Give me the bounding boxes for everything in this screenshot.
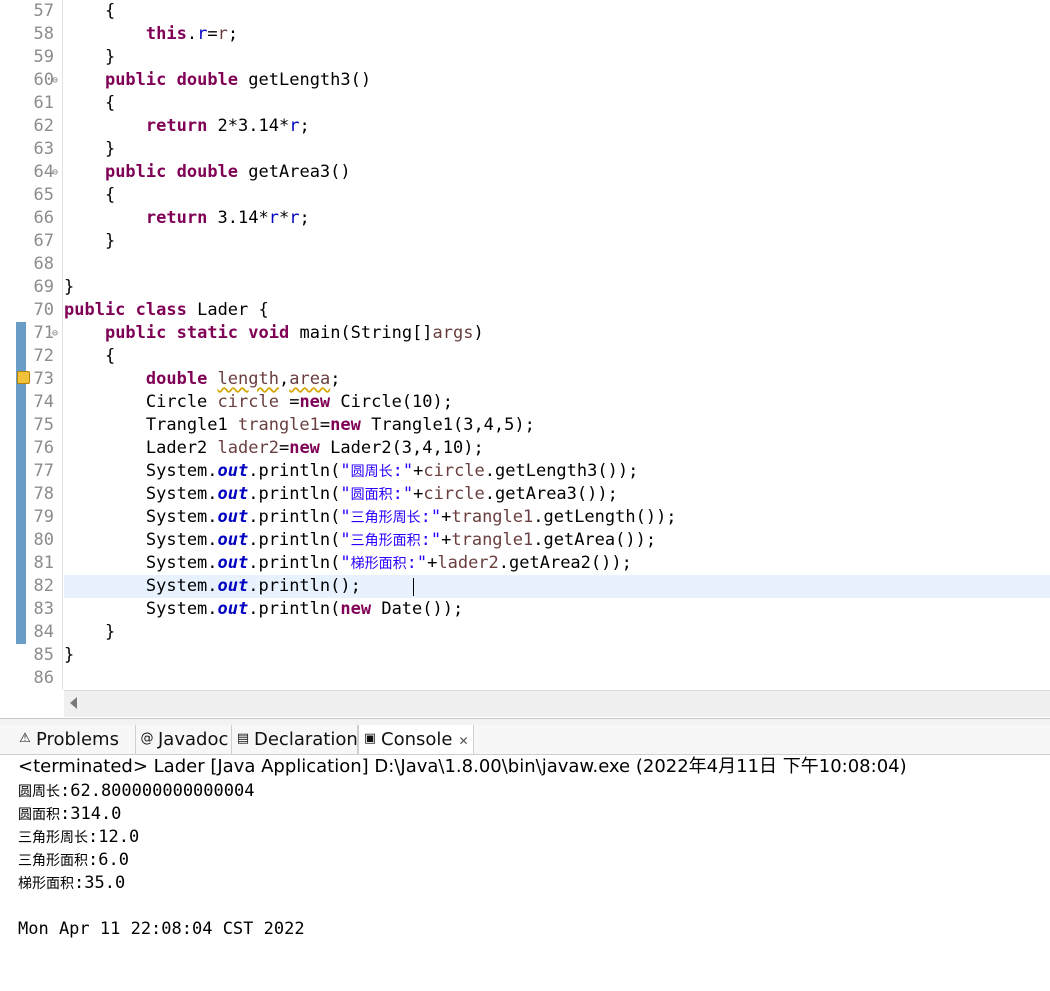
line-number: 70 xyxy=(33,300,54,320)
console-output-line: 三角形面积:6.0 xyxy=(18,849,129,873)
problems-icon: ⚠ xyxy=(19,731,31,746)
line-number: 80 xyxy=(33,530,54,550)
line-number: 74 xyxy=(33,392,54,412)
code-line[interactable]: System.out.println("梯形面积:"+lader2.getAre… xyxy=(64,552,632,576)
tab-label: Javadoc xyxy=(158,729,229,750)
output-label: 圆周长 xyxy=(18,784,60,800)
code-line[interactable]: System.out.println(new Date()); xyxy=(64,598,463,621)
tab-label: Declaration xyxy=(254,729,358,750)
output-label: 梯形面积 xyxy=(18,876,74,892)
code-line[interactable]: System.out.println("三角形周长:"+trangle1.get… xyxy=(64,506,677,530)
line-number: 68 xyxy=(33,254,54,274)
tab-problems[interactable]: ⚠ Problems xyxy=(14,725,136,754)
code-line[interactable]: { xyxy=(64,184,115,207)
console-output-line: 圆面积:314.0 xyxy=(18,803,121,827)
declaration-icon: ▤ xyxy=(236,731,250,746)
line-number: 78 xyxy=(33,484,54,504)
bottom-panel-tabs: ⚠ Problems @ Javadoc ▤ Declaration ▣ Console ✕ xyxy=(0,725,1050,755)
line-number: 75 xyxy=(33,415,54,435)
line-number: 82 xyxy=(33,576,54,596)
line-number: 60 xyxy=(33,70,54,90)
gutter-divider xyxy=(62,0,63,690)
line-number: 83 xyxy=(33,599,54,619)
code-editor[interactable]: 57 {58 this.r=r; 59 } 60 ⊖ public double ge… xyxy=(0,0,1050,718)
line-number: 67 xyxy=(33,231,54,251)
line-number: 71 xyxy=(33,323,54,343)
line-number: 72 xyxy=(33,346,54,366)
line-number: 64 xyxy=(33,162,54,182)
fold-toggle-icon[interactable]: ⊖ xyxy=(52,161,58,184)
text-caret xyxy=(413,578,414,596)
line-number: 62 xyxy=(33,116,54,136)
code-line[interactable]: } xyxy=(64,230,115,253)
code-line[interactable]: Circle circle =new Circle(10); xyxy=(64,391,453,414)
tab-label: Console xyxy=(381,729,453,750)
code-line[interactable]: { xyxy=(64,345,115,368)
line-number: 73 xyxy=(33,369,54,389)
output-label: 三角形面积 xyxy=(18,853,88,869)
console-output-line: 圆周长:62.800000000000004 xyxy=(18,780,254,804)
output-label: 圆面积 xyxy=(18,807,60,823)
output-value: Mon Apr 11 22:08:04 CST 2022 xyxy=(18,919,305,939)
output-value: :314.0 xyxy=(60,804,122,824)
code-line[interactable]: System.out.println("三角形面积:"+trangle1.get… xyxy=(64,529,656,553)
output-label: 三角形周长 xyxy=(18,830,88,846)
line-number: 79 xyxy=(33,507,54,527)
console-status-line: <terminated> Lader [Java Application] D:… xyxy=(18,756,907,777)
console-view[interactable]: <terminated> Lader [Java Application] D:… xyxy=(0,755,1050,991)
javadoc-icon: @ xyxy=(140,731,154,746)
code-line[interactable]: } xyxy=(64,276,74,299)
close-icon[interactable]: ✕ xyxy=(458,734,468,748)
code-line[interactable]: return 2*3.14*r; xyxy=(64,115,310,138)
code-line[interactable]: } xyxy=(64,46,115,69)
code-line[interactable]: return 3.14*r*r; xyxy=(64,207,310,230)
console-output-line: 梯形面积:35.0 xyxy=(18,872,125,896)
code-line[interactable]: public double getLength3() xyxy=(64,69,371,92)
line-number: 81 xyxy=(33,553,54,573)
tab-console[interactable]: ▣ Console ✕ xyxy=(358,725,474,754)
line-number: 85 xyxy=(33,645,54,665)
output-value: :35.0 xyxy=(74,873,126,893)
code-line[interactable]: public static void main(String[]args) xyxy=(64,322,484,345)
tab-declaration[interactable]: ▤ Declaration xyxy=(232,725,358,754)
code-line[interactable]: System.out.println("圆周长:"+circle.getLeng… xyxy=(64,460,638,484)
code-line[interactable]: Lader2 lader2=new Lader2(3,4,10); xyxy=(64,437,484,460)
scroll-left-arrow-icon[interactable] xyxy=(70,697,77,709)
line-number: 63 xyxy=(33,139,54,159)
code-line[interactable]: System.out.println(); xyxy=(64,575,361,598)
output-value: :6.0 xyxy=(88,850,129,870)
line-number: 77 xyxy=(33,461,54,481)
line-number: 61 xyxy=(33,93,54,113)
output-value: :12.0 xyxy=(88,827,140,847)
line-number: 59 xyxy=(33,47,54,67)
console-icon: ▣ xyxy=(363,731,377,746)
line-number: 57 xyxy=(33,1,54,21)
line-number: 58 xyxy=(33,24,54,44)
code-line[interactable]: System.out.println("圆面积:"+circle.getArea… xyxy=(64,483,618,507)
line-number: 86 xyxy=(33,668,54,688)
fold-toggle-icon[interactable]: ⊖ xyxy=(52,322,58,345)
line-number: 84 xyxy=(33,622,54,642)
console-output-line: Mon Apr 11 22:08:04 CST 2022 xyxy=(18,918,305,941)
code-line[interactable]: { xyxy=(64,0,115,23)
line-number: 76 xyxy=(33,438,54,458)
fold-toggle-icon[interactable]: ⊖ xyxy=(52,69,58,92)
code-line[interactable]: public class Lader { xyxy=(64,299,269,322)
code-line[interactable]: double length,area; xyxy=(64,368,341,391)
code-line[interactable]: } xyxy=(64,621,115,644)
line-number: 66 xyxy=(33,208,54,228)
tab-label: Problems xyxy=(36,729,119,750)
code-line[interactable]: } xyxy=(64,644,74,667)
line-number: 69 xyxy=(33,277,54,297)
output-value: :62.800000000000004 xyxy=(60,781,255,801)
line-number: 65 xyxy=(33,185,54,205)
console-output-line: 三角形周长:12.0 xyxy=(18,826,139,850)
code-line[interactable]: this.r=r; xyxy=(64,23,238,46)
code-line[interactable]: } xyxy=(64,138,115,161)
tab-javadoc[interactable]: @ Javadoc xyxy=(136,725,232,754)
code-line[interactable]: { xyxy=(64,92,115,115)
horizontal-scrollbar[interactable] xyxy=(64,690,1050,717)
code-line[interactable]: public double getArea3() xyxy=(64,161,351,184)
code-line[interactable]: Trangle1 trangle1=new Trangle1(3,4,5); xyxy=(64,414,535,437)
